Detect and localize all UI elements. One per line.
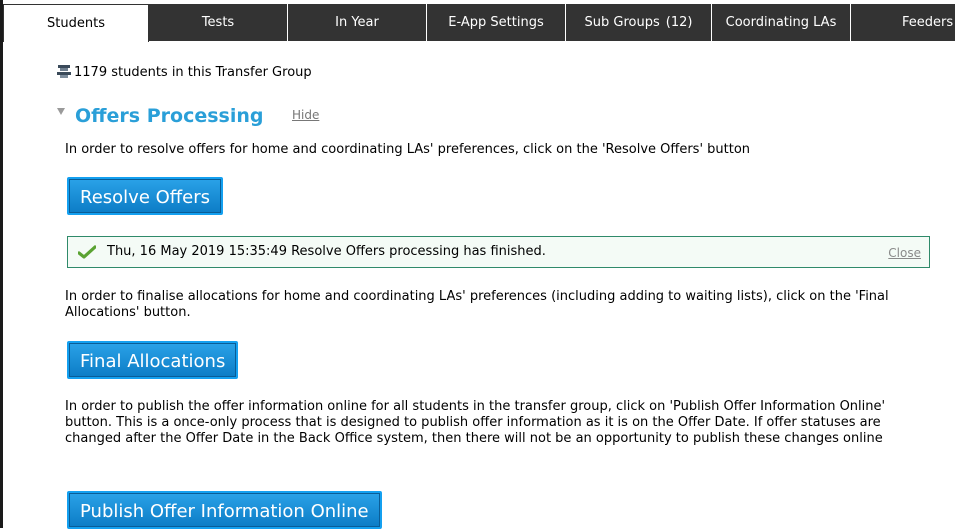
tab-e-app-settings[interactable]: E-App Settings [427, 4, 566, 41]
hide-link[interactable]: Hide [292, 108, 319, 122]
students-group-icon [57, 65, 71, 78]
check-icon [78, 245, 96, 259]
tab-tests[interactable]: Tests [149, 4, 288, 41]
tab-in-year-label: In Year [335, 15, 379, 30]
students-count-text: 1179 students in this Transfer Group [74, 65, 312, 80]
tab-sub-groups[interactable]: Sub Groups (12) [566, 4, 712, 41]
tab-sub-groups-label: Sub Groups [584, 15, 660, 30]
tab-students-label: Students [47, 16, 105, 31]
collapse-triangle-icon[interactable] [57, 108, 65, 115]
tab-e-app-settings-label: E-App Settings [448, 15, 544, 30]
publish-instruction: In order to publish the offer informatio… [65, 399, 886, 446]
publish-offer-information-button[interactable]: Publish Offer Information Online [67, 491, 382, 529]
status-message: Thu, 16 May 2019 15:35:49 Resolve Offers… [107, 244, 546, 259]
tab-tests-label: Tests [201, 15, 235, 30]
students-summary: 1179 students in this Transfer Group [57, 65, 312, 81]
section-title: Offers Processing [75, 105, 264, 127]
resolve-offers-button-label: Resolve Offers [80, 187, 211, 208]
resolve-offers-button[interactable]: Resolve Offers [67, 177, 224, 215]
status-message-box: Thu, 16 May 2019 15:35:49 Resolve Offers… [67, 236, 930, 268]
tab-feeders[interactable]: Feeders [851, 4, 956, 41]
publish-offer-information-button-label: Publish Offer Information Online [80, 501, 369, 522]
final-instruction: In order to finalise allocations for hom… [65, 289, 889, 320]
students-panel: 1179 students in this Transfer Group Off… [3, 41, 956, 529]
tab-coordinating-las-label: Coordinating LAs [725, 15, 837, 30]
tab-students[interactable]: Students [3, 4, 149, 42]
final-allocations-button[interactable]: Final Allocations [67, 341, 239, 379]
resolve-instruction: In order to resolve offers for home and … [65, 142, 751, 157]
tab-bar: Students Tests In Year E-App Settings Su… [3, 0, 956, 42]
tab-feeders-label: Feeders [902, 15, 954, 30]
tab-in-year[interactable]: In Year [288, 4, 427, 41]
final-allocations-button-label: Final Allocations [80, 351, 226, 372]
close-link[interactable]: Close [888, 246, 921, 260]
tab-sub-groups-count: (12) [665, 15, 693, 30]
tab-coordinating-las[interactable]: Coordinating LAs [712, 4, 851, 41]
